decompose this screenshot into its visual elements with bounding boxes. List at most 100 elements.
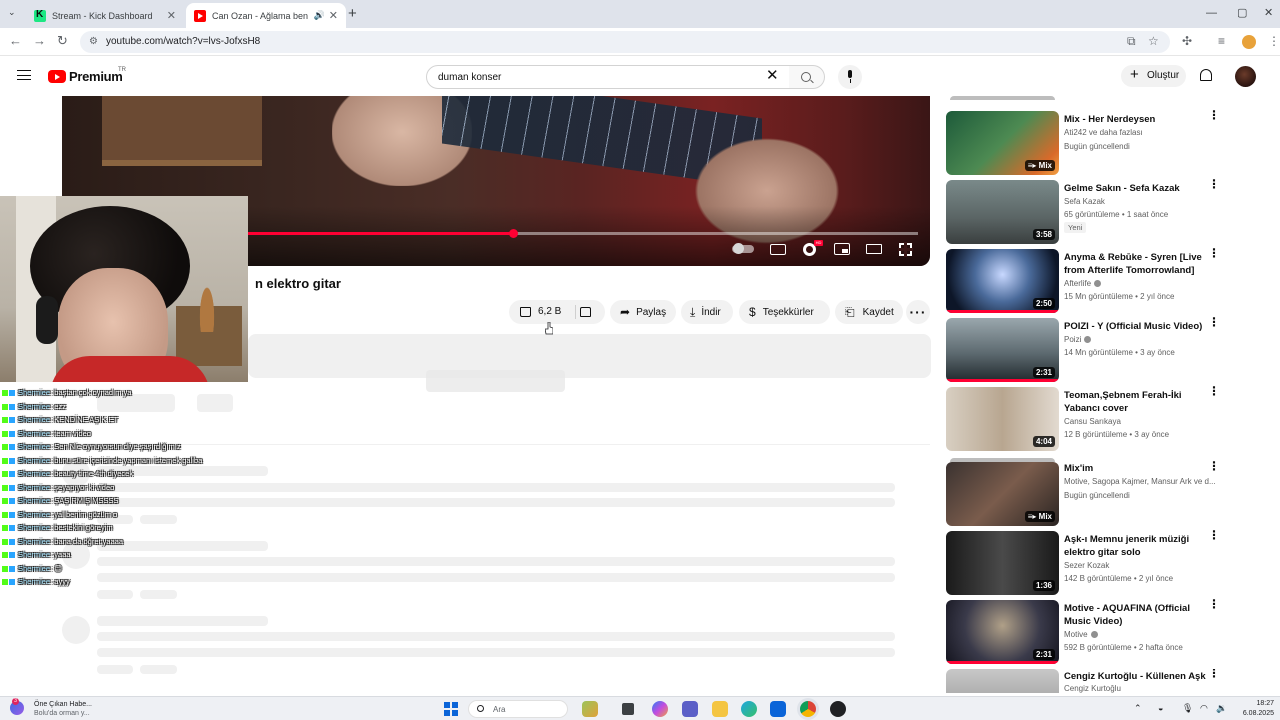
more-options-icon[interactable]: ⋮ [1208, 669, 1220, 679]
teams-icon[interactable] [682, 701, 698, 717]
copilot-icon[interactable] [652, 701, 668, 717]
microphone-icon[interactable]: 🎙 [1182, 703, 1193, 714]
system-clock[interactable]: 18:27 6.08.2025 [1238, 699, 1274, 719]
search-button[interactable] [789, 65, 825, 89]
video-thumbnail[interactable]: 2:31 [946, 318, 1059, 382]
bookmark-star-icon[interactable]: ☆ [1148, 34, 1159, 48]
recommendation-title[interactable]: Aşk-ı Memnu jenerik müziği elektro gitar… [1064, 533, 1214, 559]
url-field[interactable]: ⚙ youtube.com/watch?v=lvs-JofxsH8 [80, 31, 1170, 53]
account-avatar[interactable] [1235, 66, 1256, 87]
forward-icon[interactable]: → [33, 34, 46, 48]
save-button[interactable]: ⎗ Kaydet [835, 300, 903, 324]
more-actions-button[interactable]: ··· [906, 300, 930, 324]
site-info-icon[interactable]: ⚙ [89, 36, 98, 47]
more-options-icon[interactable]: ⋮ [1208, 598, 1220, 610]
recommendation-item[interactable]: 2:50 Anyma & Rebūke - Syren [Live from A… [946, 247, 1236, 313]
notifications-bell-icon[interactable] [1200, 69, 1212, 81]
recommendation-channel[interactable]: Sefa Kazak [1064, 195, 1105, 208]
recommendation-title[interactable]: Mix - Her Nerdeysen [1064, 113, 1214, 126]
recommendation-item[interactable]: 2:31 Motive - AQUAFINA (Official Music V… [946, 598, 1236, 664]
recommendation-title[interactable]: Anyma & Rebūke - Syren [Live from Afterl… [1064, 251, 1214, 277]
more-options-icon[interactable]: ⋮ [1208, 529, 1220, 541]
chrome-icon[interactable] [800, 701, 816, 717]
theater-mode-icon[interactable] [866, 244, 882, 254]
scrubber-handle[interactable] [508, 229, 518, 238]
recommendation-title[interactable]: Gelme Sakın - Sefa Kazak [1064, 182, 1214, 195]
more-options-icon[interactable]: ⋮ [1208, 316, 1220, 328]
recommendation-title[interactable]: Mix'im [1064, 462, 1214, 475]
widgets-app-icon[interactable] [582, 701, 598, 717]
video-thumbnail[interactable] [946, 669, 1059, 693]
recommendation-channel[interactable]: Ati242 ve daha fazlası [1064, 126, 1143, 139]
more-options-icon[interactable]: ⋮ [1208, 460, 1220, 472]
voice-search-icon[interactable] [838, 65, 862, 89]
edge-icon[interactable] [741, 701, 757, 717]
recommendation-channel[interactable]: Cengiz Kurtoğlu [1064, 682, 1121, 693]
close-tab-icon[interactable]: ✕ [167, 9, 176, 22]
taskbar-search[interactable]: Ara [468, 700, 568, 718]
recommendation-item[interactable]: ≡▸ Mix Mix'im Motive, Sagopa Kajmer, Man… [946, 460, 1236, 526]
youtube-logo-icon[interactable] [48, 70, 66, 83]
recommendation-channel[interactable]: Afterlife [1064, 277, 1102, 290]
audio-playing-icon[interactable]: 🔊 [314, 10, 325, 21]
recommendation-item[interactable]: 1:36 Aşk-ı Memnu jenerik müziği elektro … [946, 529, 1236, 595]
recommendation-channel[interactable]: Cansu Sarıkaya [1064, 415, 1121, 428]
wifi-icon[interactable]: ◠ [1200, 703, 1208, 714]
chrome-menu-icon[interactable]: ⋮ [1268, 34, 1280, 48]
video-thumbnail[interactable]: 3:58 [946, 180, 1059, 244]
video-thumbnail[interactable]: 1:36 [946, 531, 1059, 595]
extensions-icon[interactable]: ✣ [1182, 34, 1192, 48]
menu-icon[interactable] [17, 70, 31, 80]
task-view-icon[interactable] [622, 703, 634, 715]
recommendation-item[interactable]: 3:58 Gelme Sakın - Sefa Kazak Sefa Kazak… [946, 178, 1236, 244]
recommendation-title[interactable]: POIZI - Y (Official Music Video) [1064, 320, 1214, 333]
video-thumbnail[interactable]: 2:50 [946, 249, 1059, 313]
back-icon[interactable]: ← [9, 34, 22, 48]
video-thumbnail[interactable]: ≡▸ Mix [946, 462, 1059, 526]
video-thumbnail[interactable]: 4:04 [946, 387, 1059, 451]
download-button[interactable]: ⤓ İndir [681, 300, 733, 324]
new-tab-icon[interactable]: + [348, 6, 357, 21]
network-icon[interactable]: ◒ [1158, 703, 1163, 714]
dislike-icon[interactable] [580, 307, 591, 317]
tray-overflow-icon[interactable]: ⌃ [1134, 703, 1142, 714]
subtitles-icon[interactable] [770, 244, 786, 255]
minimize-icon[interactable]: — [1206, 7, 1217, 19]
tab-kick-dashboard[interactable]: Stream - Kick Dashboard ✕ [26, 3, 184, 28]
miniplayer-icon[interactable] [834, 243, 850, 255]
recommendation-item[interactable]: ≡▸ Mix Mix - Her Nerdeysen Ati242 ve dah… [946, 109, 1236, 175]
recommendation-item[interactable]: 2:31 POIZI - Y (Official Music Video) Po… [946, 316, 1236, 382]
file-explorer-icon[interactable] [712, 701, 728, 717]
thanks-button[interactable]: $ Teşekkürler [739, 300, 830, 324]
more-options-icon[interactable]: ⋮ [1208, 178, 1220, 190]
more-options-icon[interactable]: ⋮ [1208, 109, 1220, 121]
recommendation-channel[interactable]: Sezer Kozak [1064, 559, 1109, 572]
search-input[interactable]: duman konser [426, 65, 790, 89]
tab-youtube-video[interactable]: Can Ozan - Ağlama ben ağl 🔊 ✕ [186, 3, 346, 28]
windows-start-icon[interactable] [444, 702, 458, 716]
recommendation-channel[interactable]: Motive [1064, 628, 1098, 641]
reload-icon[interactable]: ↻ [57, 34, 68, 48]
video-thumbnail[interactable]: 2:31 [946, 600, 1059, 664]
recommendation-item[interactable]: Cengiz Kurtoğlu - Küllenen Aşk Cengiz Ku… [946, 669, 1236, 693]
recommendation-title[interactable]: Motive - AQUAFINA (Official Music Video) [1064, 602, 1214, 628]
like-icon[interactable] [520, 307, 531, 317]
recommendation-channel[interactable]: Motive, Sagopa Kajmer, Mansur Ark ve d..… [1064, 475, 1216, 488]
media-controls-icon[interactable]: ≡ [1218, 34, 1225, 48]
store-icon[interactable] [770, 701, 786, 717]
profile-icon[interactable] [1242, 35, 1256, 49]
maximize-icon[interactable]: ▢ [1237, 7, 1247, 19]
video-thumbnail[interactable]: ≡▸ Mix [946, 111, 1059, 175]
volume-icon[interactable]: 🔉 [1216, 703, 1227, 714]
autoplay-toggle[interactable] [732, 243, 754, 254]
youtube-logo-text[interactable]: Premium [69, 69, 123, 84]
install-app-icon[interactable]: ⧉ [1127, 34, 1136, 48]
more-options-icon[interactable]: ⋮ [1208, 247, 1220, 259]
like-count[interactable]: 6,2 B [538, 306, 561, 317]
obs-icon[interactable] [830, 701, 846, 717]
tab-search-icon[interactable]: ⌄ [8, 7, 16, 18]
share-button[interactable]: ➦ Paylaş [610, 300, 676, 324]
fullscreen-icon[interactable] [898, 242, 913, 257]
clear-search-icon[interactable]: ✕ [766, 68, 779, 84]
create-button[interactable]: + Oluştur [1121, 65, 1186, 87]
